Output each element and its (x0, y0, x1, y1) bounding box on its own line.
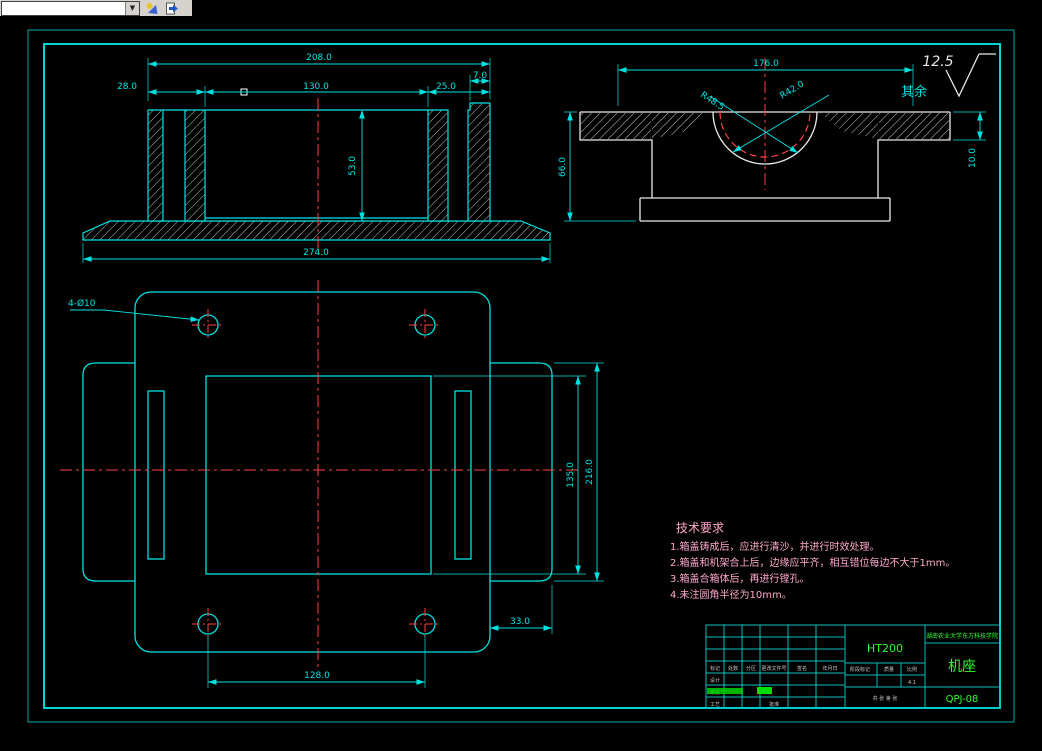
label-doc: 更改文件号 (761, 665, 786, 672)
tech-req-title: 技术要求 (676, 521, 724, 535)
label-sheet: 共 张 第 张 (873, 695, 898, 702)
roughness-other-label: 其余 (901, 84, 927, 100)
label-count: 处数 (728, 665, 738, 672)
label-design: 设计 (710, 677, 720, 684)
dim-side-width: 176.0 (753, 59, 779, 69)
dim-top-width: 208.0 (306, 53, 332, 63)
dim-depth: 53.0 (348, 156, 358, 176)
tech-req-item: 1.箱盖铸成后，应进行清沙，并进行时效处理。 (670, 540, 880, 553)
plan-centerlines (60, 280, 578, 668)
highlighted-cell[interactable] (757, 687, 772, 694)
plan-view: 4-Ø10 135.0 216.0 33.0 128.0 (60, 280, 604, 688)
dim-left-wall: 28.0 (117, 82, 137, 92)
company-name: 湖南农业大学东方科技学院 (926, 632, 998, 640)
material: HT200 (867, 642, 903, 655)
tech-req-item: 4.未注圆角半径为10mm。 (670, 588, 792, 601)
label-date: 年月日 (822, 665, 837, 672)
dim-flange-thickness: 10.0 (968, 148, 978, 168)
dim-step: 7.0 (473, 71, 488, 81)
export-image-icon[interactable] (163, 1, 180, 15)
label-sign: 签名 (797, 665, 807, 672)
tech-req-item: 2.箱盖和机架合上后，边缘应平齐，相互错位每边不大于1mm。 (670, 556, 955, 569)
layer-dropdown-value (2, 2, 125, 15)
label-scale: 比例 (907, 666, 917, 673)
export-image-icon-glyph (165, 2, 179, 15)
surface-roughness-note: 12.5 其余 (901, 54, 996, 100)
dim-right-wall: 25.0 (436, 82, 456, 92)
part-name: 机座 (948, 659, 976, 675)
front-section-view: 208.0 28.0 130.0 25.0 7.0 53.0 274.0 (83, 53, 550, 263)
scale-value: 4.1 (908, 680, 916, 686)
roughness-value: 12.5 (922, 54, 953, 70)
side-section-view: 176.0 R48.5 R42.0 66.0 10.0 (558, 58, 986, 221)
label-mark: 标记 (710, 665, 720, 672)
layer-dropdown[interactable]: ▼ (1, 1, 140, 16)
drawing-number: QPJ-08 (946, 694, 979, 705)
label-stage: 阶段标记 (850, 666, 870, 673)
dim-boss-width: 33.0 (510, 617, 530, 627)
dim-inner-height: 135.0 (566, 462, 576, 488)
dim-outer-height: 216.0 (585, 459, 595, 485)
render-3d-icon[interactable] (143, 1, 160, 15)
toolbar: ▼ (0, 0, 1042, 16)
drawing-canvas[interactable]: 208.0 28.0 130.0 25.0 7.0 53.0 274.0 (0, 0, 1042, 751)
dim-hole-spacing: 128.0 (304, 671, 330, 681)
label-zone: 分区 (746, 665, 756, 672)
technical-requirements: 技术要求 1.箱盖铸成后，应进行清沙，并进行时效处理。 2.箱盖和机架合上后，边… (670, 521, 955, 601)
dim-radius-inner: R42.0 (778, 79, 806, 101)
dim-cavity: 130.0 (303, 82, 329, 92)
label-approve: 批准 (769, 701, 779, 708)
toolbar-strip: ▼ (0, 0, 192, 16)
holes-callout: 4-Ø10 (68, 298, 96, 309)
label-mass: 质量 (884, 666, 894, 673)
title-block: 湖南农业大学东方科技学院 机座 QPJ-08 HT200 阶段标记 质量 比例 … (706, 625, 1000, 708)
dim-side-height: 66.0 (558, 157, 568, 177)
dim-radius-outer: R48.5 (698, 90, 726, 113)
tech-req-item: 3.箱盖合箱体后，再进行镗孔。 (670, 572, 810, 585)
chevron-down-icon[interactable]: ▼ (125, 2, 139, 15)
label-craft: 工艺 (710, 702, 720, 708)
render-3d-icon-glyph (145, 2, 159, 15)
signature-stamp (707, 688, 743, 694)
dim-base-width: 274.0 (303, 248, 329, 258)
